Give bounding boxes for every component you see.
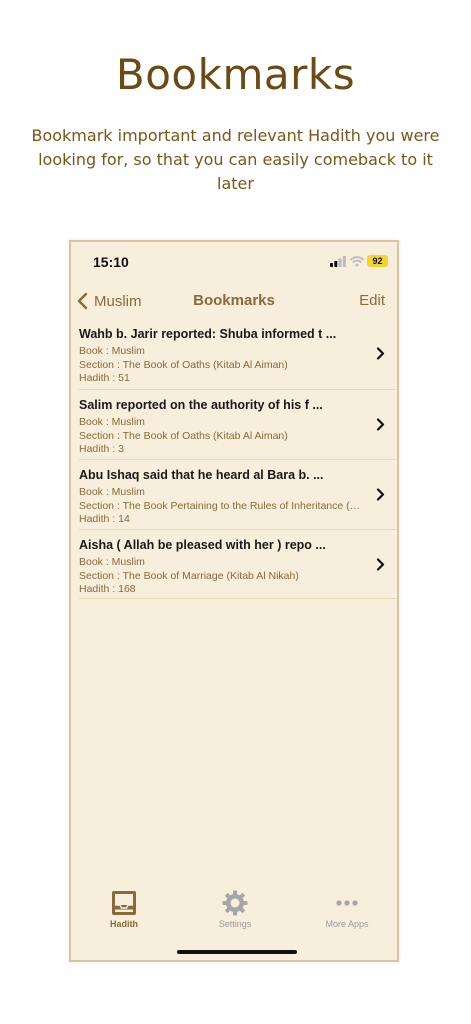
- tab-label: Settings: [218, 919, 252, 929]
- bookmark-hadith: Hadith : 51: [79, 372, 130, 384]
- list-item[interactable]: Salim reported on the authority of his f…: [79, 389, 397, 459]
- chevron-right-icon: [376, 488, 385, 501]
- more-dots-icon: [336, 900, 358, 906]
- home-indicator: [177, 950, 297, 954]
- bookmark-hadith: Hadith : 3: [79, 443, 124, 455]
- bookmark-title: Wahb b. Jarir reported: Shuba informed t…: [79, 327, 337, 341]
- chevron-left-icon: [77, 292, 88, 310]
- bookmark-book: Book : Muslim: [79, 486, 145, 498]
- book-tray-icon: [112, 891, 136, 915]
- tab-bar: Hadith Settings More Apps: [71, 880, 397, 960]
- bookmark-book: Book : Muslim: [79, 556, 145, 568]
- chevron-right-icon: [376, 418, 385, 431]
- list-item[interactable]: Aisha ( Allah be pleased with her ) repo…: [79, 529, 397, 599]
- bookmark-list: Wahb b. Jarir reported: Shuba informed t…: [71, 319, 397, 599]
- bookmark-book: Book : Muslim: [79, 345, 145, 357]
- edit-button[interactable]: Edit: [359, 292, 385, 309]
- bookmark-book: Book : Muslim: [79, 416, 145, 428]
- status-bar: 15:10 92: [71, 242, 397, 282]
- chevron-right-icon: [376, 558, 385, 571]
- promo-title: Bookmarks: [115, 50, 356, 99]
- tab-label: More Apps: [325, 919, 369, 929]
- list-item[interactable]: Abu Ishaq said that he heard al Bara b. …: [79, 459, 397, 529]
- bookmark-hadith: Hadith : 14: [79, 513, 130, 525]
- bookmark-hadith: Hadith : 168: [79, 583, 136, 595]
- chevron-right-icon: [376, 347, 385, 360]
- nav-bar: Muslim Bookmarks Edit: [71, 282, 397, 318]
- back-button[interactable]: Muslim: [77, 290, 142, 312]
- list-item[interactable]: Wahb b. Jarir reported: Shuba informed t…: [79, 319, 397, 389]
- tab-more-apps[interactable]: More Apps: [297, 890, 397, 929]
- bookmark-section: Section : The Book of Oaths (Kitab Al Ai…: [79, 358, 288, 371]
- promo-subtitle: Bookmark important and relevant Hadith y…: [31, 126, 440, 193]
- tab-hadith[interactable]: Hadith: [74, 890, 174, 929]
- phone-screen: 15:10 92 Muslim Bookmarks Edit Wahb b. J…: [69, 240, 399, 962]
- signal-icon: [330, 256, 346, 267]
- bookmark-section: Section : The Book of Marriage (Kitab Al…: [79, 569, 299, 582]
- status-time: 15:10: [93, 254, 129, 270]
- bookmark-title: Salim reported on the authority of his f…: [79, 398, 323, 412]
- gear-icon: [222, 890, 248, 916]
- wifi-icon: [350, 256, 364, 267]
- bookmark-title: Aisha ( Allah be pleased with her ) repo…: [79, 538, 326, 552]
- battery-icon: 92: [367, 255, 388, 267]
- bookmark-section: Section : The Book of Oaths (Kitab Al Ai…: [79, 429, 288, 442]
- tab-label: Hadith: [110, 919, 138, 929]
- tab-settings[interactable]: Settings: [185, 890, 285, 929]
- back-button-label: Muslim: [94, 292, 142, 310]
- bookmark-title: Abu Ishaq said that he heard al Bara b. …: [79, 468, 324, 482]
- bookmark-section: Section : The Book Pertaining to the Rul…: [79, 499, 367, 512]
